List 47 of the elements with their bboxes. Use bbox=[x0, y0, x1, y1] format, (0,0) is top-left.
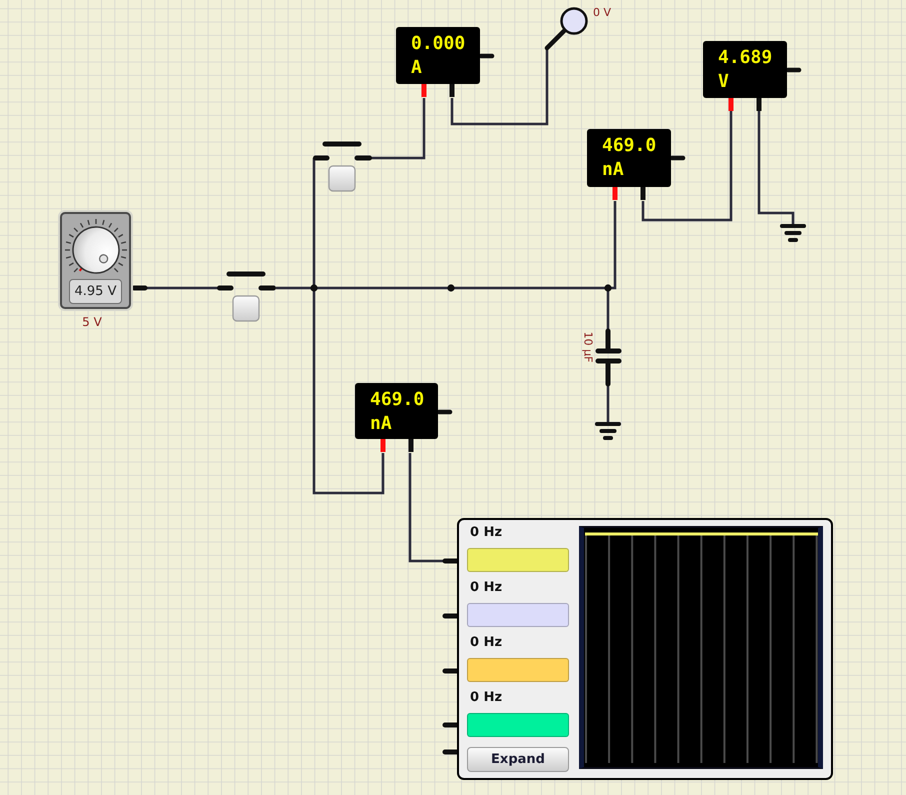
push-button-switch[interactable] bbox=[217, 272, 276, 322]
meter-reading: 469.0 bbox=[602, 134, 656, 158]
frequency-label: 0 Hz bbox=[470, 689, 502, 707]
negative-lead bbox=[450, 84, 454, 97]
positive-lead bbox=[380, 439, 386, 452]
push-button-switch[interactable] bbox=[313, 142, 372, 192]
output-terminal bbox=[670, 156, 686, 160]
frequency-label: 0 Hz bbox=[470, 524, 502, 542]
meter-unit: V bbox=[718, 70, 729, 94]
voltage-probe bbox=[544, 7, 588, 50]
expand-button[interactable]: Expand bbox=[467, 747, 569, 772]
capacitor-symbol bbox=[596, 328, 622, 386]
positive-lead bbox=[422, 84, 426, 97]
ground-icon bbox=[780, 224, 806, 242]
negative-lead bbox=[408, 439, 414, 452]
positive-lead bbox=[728, 98, 734, 111]
meter-unit: nA bbox=[602, 158, 624, 182]
supply-label: 5 V bbox=[82, 315, 102, 329]
meter-reading: 4.689 bbox=[718, 46, 772, 70]
positive-lead bbox=[612, 187, 618, 200]
output-terminal bbox=[786, 68, 802, 72]
wire bbox=[606, 385, 610, 424]
probe-reading: 0 V bbox=[593, 6, 612, 19]
channel-swatch-icon[interactable] bbox=[467, 658, 569, 682]
negative-lead bbox=[640, 187, 646, 200]
channel-swatch-icon[interactable] bbox=[467, 713, 569, 737]
adjustment-knob[interactable] bbox=[72, 226, 120, 274]
meter-unit: nA bbox=[370, 412, 392, 436]
meter-reading: 469.0 bbox=[370, 388, 424, 412]
frequency-label: 0 Hz bbox=[470, 579, 502, 597]
channel-swatch-icon[interactable] bbox=[467, 603, 569, 627]
meter-unit: A bbox=[411, 56, 422, 80]
wire bbox=[370, 98, 426, 160]
output-terminal bbox=[132, 286, 148, 290]
output-terminal bbox=[478, 54, 494, 58]
capacitor-label: 10 µF bbox=[582, 332, 594, 362]
ground-icon bbox=[595, 422, 621, 440]
junction-dot-icon bbox=[447, 284, 455, 292]
negative-lead bbox=[756, 98, 762, 111]
junction-dot-icon bbox=[310, 284, 318, 292]
frequency-label: 0 Hz bbox=[470, 634, 502, 652]
channel-swatch-icon[interactable] bbox=[467, 548, 569, 572]
dial-scale-drawing bbox=[65, 219, 127, 272]
junction-dot-icon bbox=[604, 284, 612, 292]
output-terminal bbox=[436, 410, 452, 414]
voltage-readout: 4.95 V bbox=[69, 279, 122, 304]
meter-reading: 0.000 bbox=[411, 32, 466, 56]
